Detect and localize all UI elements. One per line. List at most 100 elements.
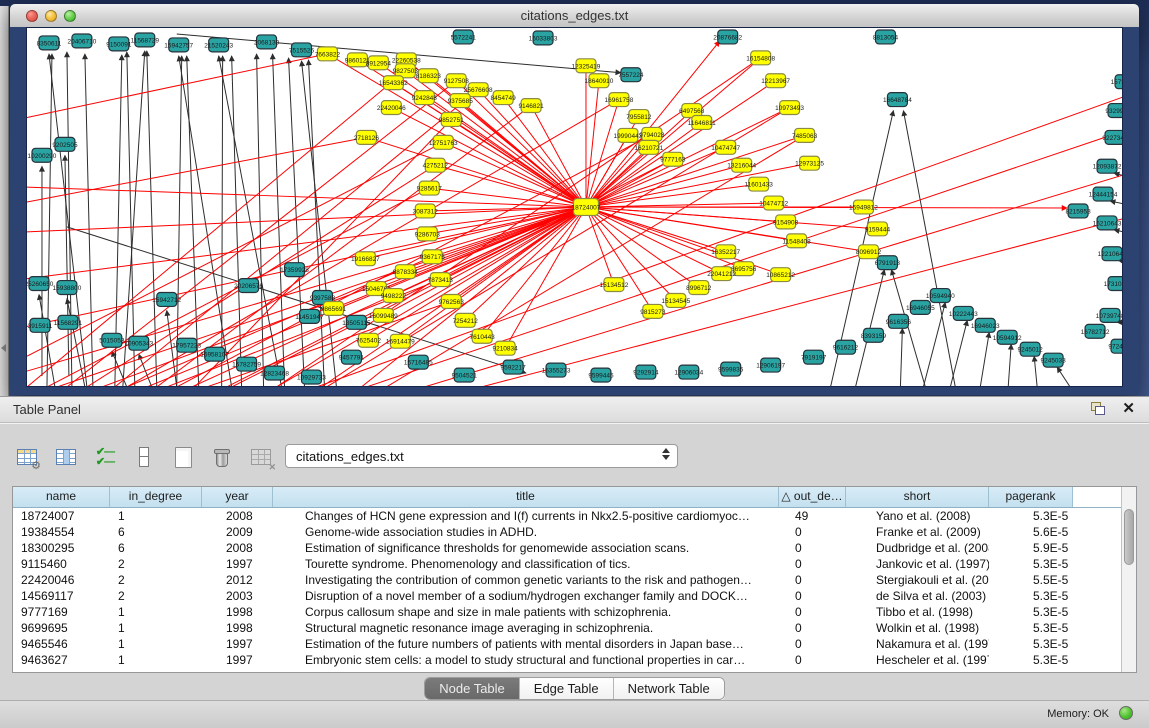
delete-table-icon-disabled[interactable]: ✕ [248, 444, 274, 470]
graph-edge[interactable] [27, 54, 327, 118]
graph-edge[interactable] [586, 207, 1067, 208]
graph-node[interactable]: 16914479 [386, 334, 415, 348]
graph-node[interactable]: 10594940 [926, 289, 955, 303]
graph-node[interactable]: 11568729 [131, 33, 160, 47]
graph-node[interactable]: 5015053 [99, 333, 125, 347]
graph-node[interactable]: 10905343 [124, 336, 153, 350]
graph-node[interactable]: 18724007 [572, 199, 601, 216]
table-row[interactable]: 1872400712008Changes of HCN gene express… [13, 508, 1136, 524]
graph-node[interactable]: 12823468 [260, 366, 289, 380]
graph-node[interactable]: 17359928 [280, 263, 309, 277]
close-panel-icon[interactable]: ✕ [1122, 399, 1135, 417]
graph-node[interactable]: 16352217 [711, 245, 740, 259]
graph-node[interactable]: 17957223 [172, 338, 201, 352]
graph-edge[interactable] [308, 60, 324, 386]
table-selector[interactable]: citations_edges.txt [285, 444, 678, 468]
graph-edge[interactable] [187, 56, 199, 386]
graph-node[interactable]: 9227342 [1102, 130, 1122, 144]
graph-node[interactable]: 8393159 [861, 328, 887, 342]
graph-edge[interactable] [1057, 367, 1070, 386]
table-row[interactable]: 1456911722003Disruption of a novel membe… [13, 588, 1136, 604]
tab-network-table[interactable]: Network Table [614, 678, 724, 699]
graph-node[interactable]: 9504521 [452, 368, 478, 382]
graph-node[interactable]: 10929733 [297, 370, 326, 384]
column-header-title[interactable]: title [273, 487, 779, 507]
table-mode-icon[interactable]: ⚙ [14, 444, 40, 470]
graph-node[interactable]: 9616356 [886, 314, 912, 328]
graph-node[interactable]: 15134545 [661, 294, 690, 308]
graph-node[interactable]: 16782759 [232, 357, 261, 371]
graph-edge[interactable] [47, 54, 52, 386]
graph-node[interactable]: 17310554 [1104, 277, 1122, 291]
graph-edge[interactable] [503, 98, 586, 207]
graph-node[interactable]: 19166827 [351, 252, 380, 266]
graph-node[interactable]: 16648784 [883, 93, 912, 107]
graph-edge[interactable] [157, 106, 531, 386]
select-attributes-icon[interactable]: ✔—✔— [92, 444, 118, 470]
graph-node[interactable]: 9794028 [639, 127, 665, 141]
graph-node[interactable]: 7873413 [428, 273, 454, 287]
graph-node[interactable]: 12973125 [795, 156, 824, 170]
graph-node[interactable]: 20876682 [713, 30, 742, 44]
graph-node[interactable]: 7663822 [315, 47, 341, 61]
table-row[interactable]: 969969511998Structural magnetic resonanc… [13, 620, 1136, 636]
network-graph[interactable]: 8350611204067109150091115687291594275721… [27, 28, 1122, 386]
graph-node[interactable]: 12906197 [756, 358, 785, 372]
graph-edge[interactable] [950, 320, 967, 386]
table-row[interactable]: 1938455462009Genome-wide association stu… [13, 524, 1136, 540]
graph-edge[interactable] [177, 134, 652, 386]
graph-node[interactable]: 7485063 [792, 128, 818, 142]
graph-node[interactable]: 9592217 [500, 360, 526, 374]
graph-node[interactable]: 18640910 [585, 74, 614, 88]
network-canvas[interactable]: 8350611204067109150091115687291594275721… [26, 27, 1123, 387]
graph-node[interactable]: 9154908 [773, 215, 799, 229]
graph-node[interactable]: 16961758 [605, 93, 634, 107]
graph-node[interactable]: 10200290 [28, 148, 57, 162]
graph-node[interactable]: 9457791 [339, 350, 365, 364]
graph-node[interactable]: 9616212 [833, 340, 859, 354]
show-columns-icon[interactable] [53, 444, 79, 470]
graph-node[interactable]: 8350611 [37, 36, 62, 50]
graph-edge[interactable] [1008, 344, 1011, 386]
graph-node[interactable]: 22420046 [377, 101, 406, 115]
graph-node[interactable]: 11568291 [54, 315, 83, 329]
graph-node[interactable]: 7955812 [626, 110, 652, 124]
graph-edge[interactable] [257, 54, 264, 386]
column-header-pagerank[interactable]: pagerank [989, 487, 1073, 507]
graph-edge[interactable] [451, 119, 586, 207]
column-header-out_de[interactable]: △ out_de… [779, 487, 846, 507]
graph-node[interactable]: 15942757 [164, 38, 193, 52]
graph-node[interactable]: 16355273 [542, 363, 571, 377]
graph-node[interactable]: 9242848 [412, 91, 438, 105]
graph-node[interactable]: 21520243 [204, 38, 233, 52]
graph-node[interactable]: 25260650 [27, 277, 54, 291]
graph-edge[interactable] [1114, 230, 1122, 237]
graph-node[interactable]: 9599445 [588, 368, 614, 382]
graph-node[interactable]: 7610443 [470, 329, 496, 343]
network-window-titlebar[interactable]: citations_edges.txt [10, 4, 1139, 28]
graph-node[interactable]: 12093872 [1093, 159, 1122, 173]
graph-node[interactable]: 9865691 [321, 301, 347, 315]
graph-node[interactable]: 9815273 [640, 304, 666, 318]
graph-node[interactable]: 8996712 [686, 281, 712, 295]
graph-node[interactable]: 12444154 [1089, 187, 1118, 201]
graph-edge[interactable] [460, 101, 586, 207]
float-panel-icon[interactable] [1091, 402, 1105, 415]
graph-node[interactable]: 16210643 [1093, 216, 1122, 230]
graph-node[interactable]: 8454749 [491, 91, 517, 105]
graph-node[interactable]: 15751074 [1111, 75, 1122, 89]
graph-node[interactable]: 16782712 [1081, 324, 1110, 338]
column-header-name[interactable]: name [13, 487, 110, 507]
graph-node[interactable]: 9150091 [106, 37, 132, 51]
collapse-arrow-icon[interactable] [1, 344, 6, 352]
graph-edge[interactable] [27, 71, 405, 386]
graph-node[interactable]: 15942712 [152, 293, 181, 307]
graph-node[interactable]: 16543362 [379, 76, 408, 90]
graph-edge[interactable] [222, 56, 223, 386]
graph-node[interactable]: 10973493 [775, 101, 804, 115]
row-height-icon[interactable] [131, 444, 157, 470]
graph-node[interactable]: 13505115 [342, 315, 371, 329]
graph-node[interactable]: 9210834 [493, 341, 519, 355]
graph-edge[interactable] [1119, 261, 1122, 267]
graph-node[interactable]: 9146821 [518, 99, 544, 113]
